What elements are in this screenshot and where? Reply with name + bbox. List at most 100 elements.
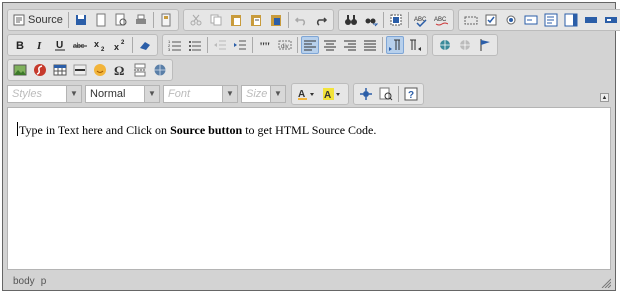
toolbar-row-4: Styles ▼ Normal ▼ Font ▼ Size ▼ A A ? xyxy=(7,83,428,105)
checkbox-button[interactable] xyxy=(482,11,500,29)
select-all-button[interactable] xyxy=(387,11,405,29)
paste-word-button[interactable] xyxy=(267,11,285,29)
blockquote-button[interactable]: " " xyxy=(256,36,274,54)
paste-text-button[interactable] xyxy=(247,11,265,29)
button-field-button[interactable] xyxy=(582,11,600,29)
about-button[interactable]: ? xyxy=(402,85,420,103)
background-color-icon: A xyxy=(323,88,340,101)
flash-icon xyxy=(34,64,46,76)
text-direction-ltr-button[interactable] xyxy=(386,36,404,54)
redo-icon xyxy=(316,17,327,26)
spellcheck-button[interactable]: ABC xyxy=(412,11,430,29)
align-center-button[interactable] xyxy=(321,36,339,54)
italic-icon: I xyxy=(36,40,42,52)
page-break-button[interactable] xyxy=(131,61,149,79)
numbered-list-icon: 123 xyxy=(168,39,181,52)
superscript-icon: x2 xyxy=(114,40,125,52)
textarea-button[interactable] xyxy=(542,11,560,29)
separator xyxy=(252,37,253,53)
numbered-list-button[interactable]: 123 xyxy=(166,36,184,54)
styles-combo[interactable]: Styles ▼ xyxy=(7,85,82,103)
strike-button[interactable]: abc xyxy=(71,36,89,54)
source-icon xyxy=(13,14,25,26)
image-button-button[interactable] xyxy=(602,11,620,29)
paste-text-icon xyxy=(250,15,261,26)
maximize-button[interactable] xyxy=(357,85,375,103)
paste-button[interactable] xyxy=(227,11,245,29)
strike-icon: abc xyxy=(73,43,87,50)
cut-icon xyxy=(190,14,202,26)
italic-button[interactable]: I xyxy=(31,36,49,54)
subscript-button[interactable]: x2 xyxy=(91,36,109,54)
anchor-button[interactable] xyxy=(476,36,494,54)
collapse-toolbar-button[interactable]: ▲ xyxy=(600,93,609,102)
editor-content-area[interactable]: Type in Text here and Click on Source bu… xyxy=(7,107,611,270)
editor-paragraph[interactable]: Type in Text here and Click on Source bu… xyxy=(17,122,376,138)
editor-text-before: Type in Text here and Click on xyxy=(19,123,171,137)
image-button[interactable] xyxy=(11,61,29,79)
background-color-button[interactable]: A xyxy=(321,85,345,103)
copy-button[interactable] xyxy=(207,11,225,29)
save-button[interactable] xyxy=(72,11,90,29)
link-button[interactable] xyxy=(436,36,454,54)
superscript-button[interactable]: x2 xyxy=(111,36,129,54)
undo-button[interactable] xyxy=(292,11,310,29)
source-button-label: Source xyxy=(28,14,63,26)
bold-icon: B xyxy=(16,40,24,52)
smiley-button[interactable] xyxy=(91,61,109,79)
paste-word-icon xyxy=(270,15,281,26)
text-color-button[interactable]: A xyxy=(295,85,319,103)
svg-text:div: div xyxy=(281,44,289,50)
separator xyxy=(398,86,399,102)
select-field-button[interactable] xyxy=(562,11,580,29)
image-icon xyxy=(13,64,27,76)
links-group xyxy=(432,34,498,56)
scayt-button[interactable]: ABC xyxy=(432,11,450,29)
indent-button[interactable] xyxy=(231,36,249,54)
source-button[interactable]: Source xyxy=(10,11,66,29)
new-page-button[interactable] xyxy=(92,11,110,29)
align-left-button[interactable] xyxy=(301,36,319,54)
binoculars-icon xyxy=(344,15,357,25)
radio-button[interactable] xyxy=(502,11,520,29)
table-button[interactable] xyxy=(51,61,69,79)
align-justify-button[interactable] xyxy=(361,36,379,54)
replace-button[interactable] xyxy=(362,11,380,29)
find-button[interactable] xyxy=(342,11,360,29)
clipboard-group xyxy=(182,9,334,31)
unlink-button[interactable] xyxy=(456,36,474,54)
bulleted-list-button[interactable] xyxy=(186,36,204,54)
editor-text-after: to get HTML Source Code. xyxy=(242,123,377,137)
show-blocks-button[interactable] xyxy=(377,85,395,103)
size-combo[interactable]: Size ▼ xyxy=(241,85,286,103)
creatediv-button[interactable]: div xyxy=(276,36,294,54)
font-combo[interactable]: Font ▼ xyxy=(163,85,238,103)
horizontal-rule-button[interactable] xyxy=(71,61,89,79)
format-combo[interactable]: Normal ▼ xyxy=(85,85,160,103)
element-path-p[interactable]: p xyxy=(41,276,47,287)
textarea-icon xyxy=(544,13,558,27)
resize-handle-icon[interactable] xyxy=(601,278,611,288)
element-path-body[interactable]: body xyxy=(13,276,35,287)
cut-button[interactable] xyxy=(187,11,205,29)
redo-button[interactable] xyxy=(312,11,330,29)
print-button[interactable] xyxy=(132,11,150,29)
align-left-icon xyxy=(304,40,316,51)
templates-button[interactable] xyxy=(157,11,175,29)
special-char-button[interactable]: Ω xyxy=(111,61,129,79)
insert-group: Ω xyxy=(7,59,173,81)
remove-format-button[interactable] xyxy=(136,36,154,54)
text-direction-rtl-button[interactable] xyxy=(406,36,424,54)
bold-button[interactable]: B xyxy=(11,36,29,54)
underline-button[interactable]: U xyxy=(51,36,69,54)
form-button[interactable] xyxy=(462,11,480,29)
textfield-button[interactable] xyxy=(522,11,540,29)
flash-button[interactable] xyxy=(31,61,49,79)
iframe-button[interactable] xyxy=(151,61,169,79)
align-right-button[interactable] xyxy=(341,36,359,54)
outdent-button[interactable] xyxy=(211,36,229,54)
bulleted-list-icon xyxy=(189,41,201,51)
text-cursor xyxy=(17,122,18,136)
preview-button[interactable] xyxy=(112,11,130,29)
paragraph-group: 123 " " div xyxy=(162,34,428,56)
